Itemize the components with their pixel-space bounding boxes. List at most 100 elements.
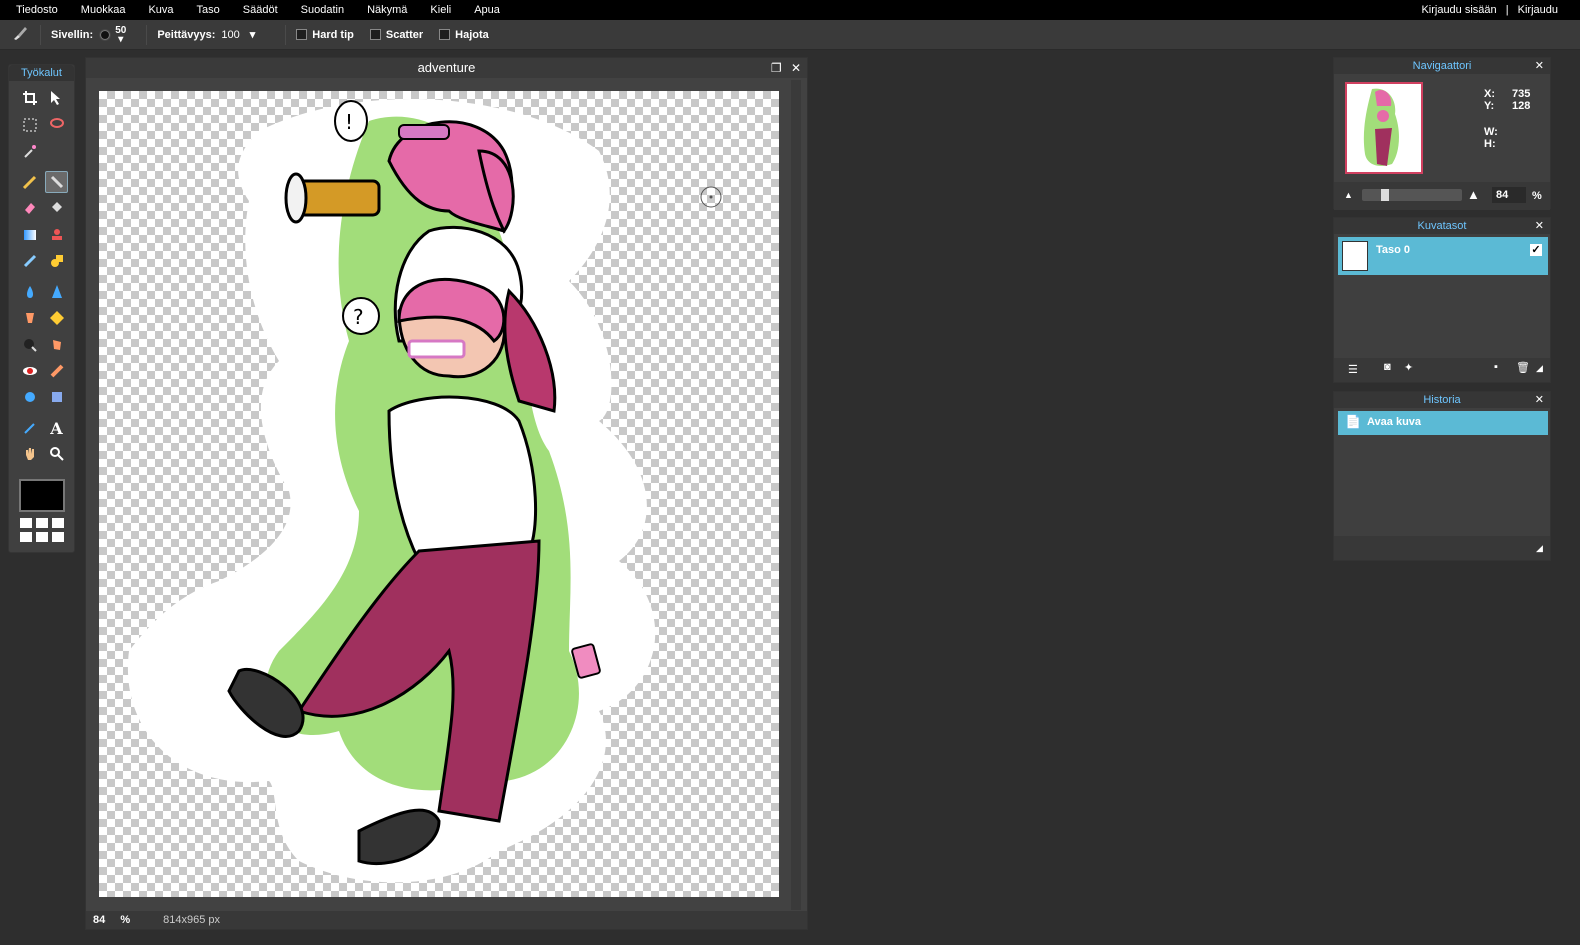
burn-icon[interactable] (45, 334, 68, 356)
menu-edit[interactable]: Muokkaa (69, 0, 137, 20)
chevron-down-icon: ▾ (118, 33, 124, 45)
menu-layer[interactable]: Taso (185, 0, 231, 20)
navigator-title-text: Navigaattori (1412, 60, 1472, 72)
brush-label: Sivellin: (51, 28, 94, 41)
x-label: X: (1484, 88, 1495, 100)
drawing-shapes-icon[interactable] (45, 250, 68, 272)
pencil-icon[interactable] (18, 171, 41, 193)
color-picker-icon[interactable] (18, 417, 41, 439)
separator (146, 24, 148, 45)
pinch-icon[interactable] (45, 386, 68, 408)
brush-preview[interactable] (101, 30, 110, 39)
move-icon[interactable] (45, 87, 68, 109)
svg-text:!: ! (345, 110, 353, 134)
resize-grip-icon[interactable]: ◢ (1536, 363, 1543, 374)
menu-file[interactable]: Tiedosto (0, 0, 69, 20)
hard-tip-checkbox[interactable] (296, 29, 308, 40)
sharpen-icon[interactable] (45, 281, 68, 303)
menu-bar: Tiedosto Muokkaa Kuva Taso Säädöt Suodat… (0, 0, 1580, 20)
zoom-input[interactable]: 84 (93, 914, 105, 926)
eraser-icon[interactable] (18, 197, 41, 219)
menu-view[interactable]: Näkymä (355, 0, 418, 20)
marquee-icon[interactable] (18, 114, 41, 136)
brush-icon[interactable] (45, 171, 68, 193)
zoom-unit: % (120, 914, 131, 926)
gradient-icon[interactable] (18, 224, 41, 246)
document-window: adventure ❐ ✕ ! ? 84 % 814x965 px (85, 57, 808, 930)
opacity-input[interactable]: 100 (221, 29, 239, 41)
h-label: H: (1484, 138, 1496, 150)
close-icon[interactable]: ✕ (1535, 58, 1544, 74)
clone-stamp-icon[interactable] (45, 224, 68, 246)
lasso-icon[interactable] (45, 114, 68, 136)
history-footer: ◢ (1334, 536, 1550, 560)
navigator-thumbnail[interactable] (1345, 82, 1423, 174)
hand-icon[interactable] (18, 443, 41, 465)
magic-wand-icon[interactable] (18, 140, 41, 162)
zoom-out-icon[interactable]: ▲ (1344, 190, 1353, 200)
layer-name: Taso 0 (1376, 244, 1411, 256)
vertical-scrollbar[interactable] (791, 80, 801, 910)
paint-bucket-icon[interactable] (45, 197, 68, 219)
image-dimensions: 814x965 px (163, 914, 221, 926)
sponge-icon[interactable] (45, 307, 68, 329)
zoom-slider-handle[interactable] (1381, 189, 1389, 201)
swatch-grid-icon[interactable] (20, 518, 66, 544)
coords-block: X: 735 Y: 128 W: H: (1484, 88, 1530, 150)
layer-thumbnail (1342, 241, 1368, 271)
layers-title: Kuvatasot ✕ (1334, 218, 1550, 234)
auth-separator: | (1505, 4, 1509, 16)
menu-adjustments[interactable]: Säädöt (231, 0, 289, 20)
close-icon[interactable]: ✕ (1535, 218, 1544, 234)
menu-image[interactable]: Kuva (136, 0, 184, 20)
opacity-dropdown-icon[interactable]: ▾ (250, 28, 256, 41)
hajota-checkbox[interactable] (439, 29, 451, 40)
menu-filter[interactable]: Suodatin (289, 0, 355, 20)
close-icon[interactable]: ✕ (1535, 392, 1544, 408)
zoom-slider[interactable] (1362, 189, 1462, 201)
y-value: 128 (1512, 100, 1531, 112)
dodge-icon[interactable] (18, 334, 41, 356)
brush-size-dropdown[interactable]: 50 ▾ (115, 25, 126, 45)
resize-grip-icon[interactable]: ◢ (1536, 543, 1543, 554)
navigator-title: Navigaattori ✕ (1334, 58, 1550, 74)
red-eye-icon[interactable] (18, 360, 41, 382)
crop-icon[interactable] (18, 87, 41, 109)
bloat-icon[interactable] (18, 386, 41, 408)
layer-row[interactable]: Taso 0 ✓ (1338, 237, 1548, 275)
document-statusbar: 84 % 814x965 px (86, 911, 807, 929)
adjustment-layer-icon[interactable]: ✦ (1404, 361, 1413, 374)
svg-text:?: ? (353, 305, 364, 329)
navigator-zoom-input[interactable]: 84 (1492, 187, 1526, 203)
login-link[interactable]: Kirjaudu sisään (1421, 4, 1496, 16)
toolbox-title: Työkalut (9, 65, 74, 81)
scatter-checkbox[interactable] (369, 29, 381, 40)
zoom-icon[interactable] (45, 443, 68, 465)
history-title: Historia ✕ (1334, 392, 1550, 408)
layer-mask-icon[interactable]: ◙ (1384, 361, 1391, 373)
text-icon[interactable]: A (45, 417, 68, 439)
history-item[interactable]: 📄 Avaa kuva (1338, 411, 1548, 435)
hard-tip-label: Hard tip (312, 28, 354, 41)
separator (40, 24, 41, 45)
blur-icon[interactable] (18, 281, 41, 303)
close-icon[interactable]: ✕ (791, 61, 801, 75)
zoom-in-icon[interactable]: ▲ (1467, 187, 1480, 202)
window-controls: ❐ ✕ (771, 58, 801, 78)
zoom-controls: ▲ ▲ 84 % (1334, 182, 1550, 210)
signup-link[interactable]: Kirjaudu (1518, 4, 1558, 16)
smudge-icon[interactable] (18, 307, 41, 329)
history-panel: Historia ✕ 📄 Avaa kuva ◢ (1333, 391, 1551, 561)
layer-visibility-checkbox[interactable]: ✓ (1530, 244, 1542, 256)
menu-language[interactable]: Kieli (418, 0, 462, 20)
layer-styles-icon[interactable]: ☰ (1348, 363, 1358, 376)
new-layer-icon[interactable]: ▪ (1494, 361, 1498, 373)
foreground-color-swatch[interactable] (19, 479, 65, 512)
color-replace-icon[interactable] (18, 250, 41, 272)
delete-layer-icon[interactable]: 🗑 (1516, 361, 1530, 374)
canvas[interactable]: ! ? (99, 91, 779, 897)
toolbox-panel: Työkalut A (8, 64, 75, 553)
spot-heal-icon[interactable] (45, 360, 68, 382)
menu-help[interactable]: Apua (462, 0, 511, 20)
restore-icon[interactable]: ❐ (771, 61, 782, 75)
